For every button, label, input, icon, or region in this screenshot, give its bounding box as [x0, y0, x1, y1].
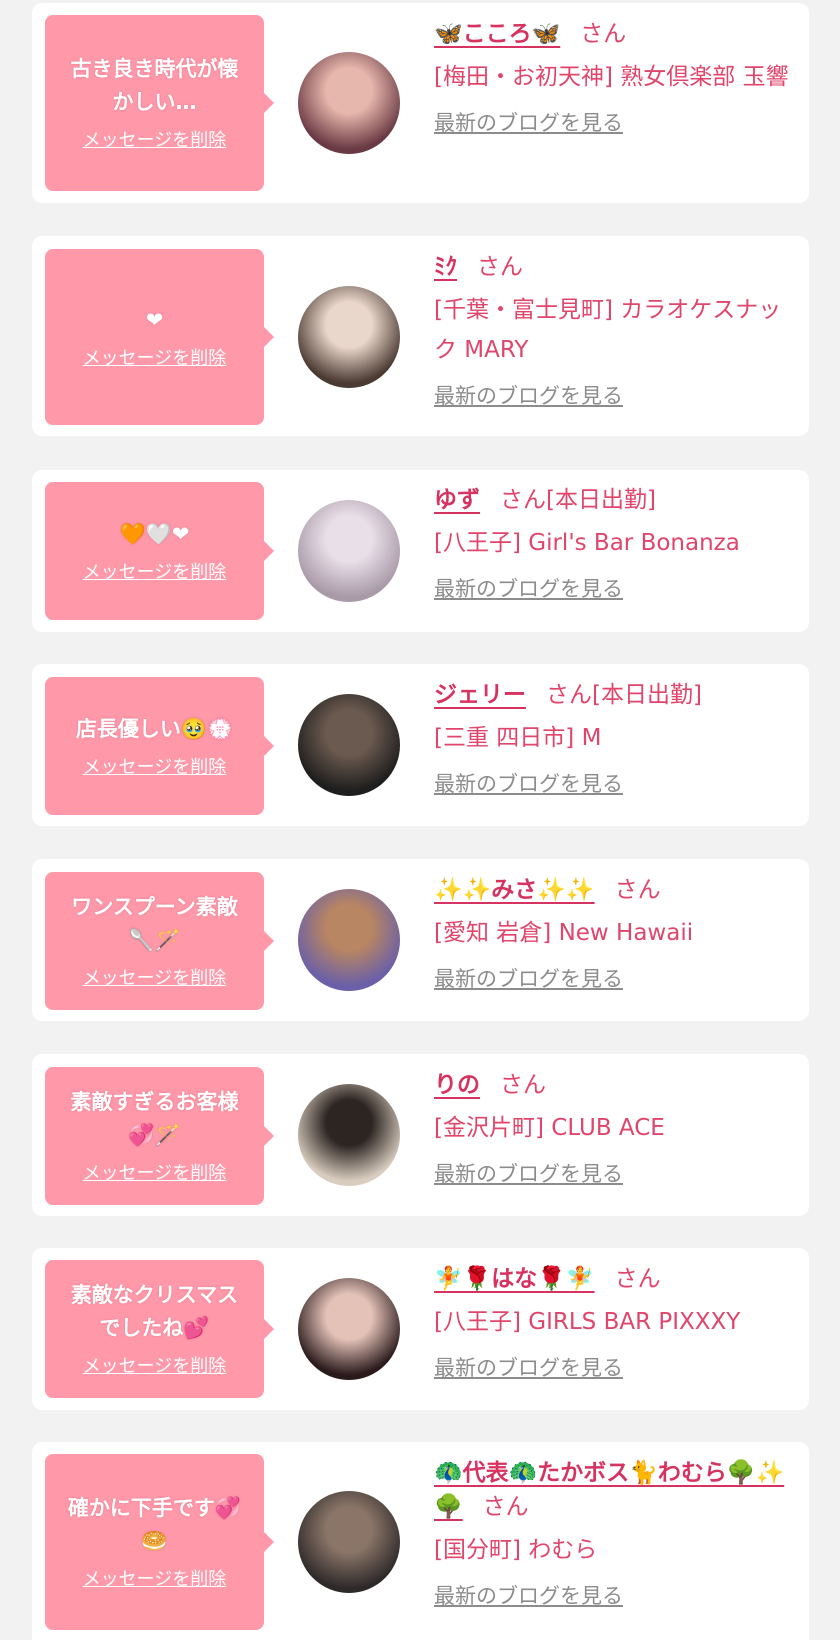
delete-message-link[interactable]: メッセージを削除: [83, 1568, 227, 1592]
delete-message-link[interactable]: メッセージを削除: [83, 347, 227, 371]
message-bubble: 古き良き時代が懐 かしい… メッセージを削除: [45, 15, 274, 191]
name-line: ゆず さん[本日出勤]: [434, 483, 794, 517]
list-item: 🧡🤍❤ メッセージを削除 ゆず さん[本日出勤] [八王子] Girl's Bar…: [32, 470, 809, 632]
latest-blog-link[interactable]: 最新のブログを見る: [434, 108, 623, 138]
avatar[interactable]: [298, 1278, 400, 1380]
list-item: 店長優しい🥹💮 メッセージを削除 ジェリー さん[本日出勤] [三重 四日市] M…: [32, 664, 809, 826]
shop-name: [愛知 岩倉] New Hawaii: [434, 920, 694, 946]
delete-message-link[interactable]: メッセージを削除: [83, 967, 227, 991]
list-item: ワンスプーン素敵 🥄🪄 メッセージを削除 ✨✨みさ✨✨ さん [愛知 岩倉] Ne…: [32, 859, 809, 1021]
list-item: 素敵なクリスマス でしたね💕 メッセージを削除 🧚🌹はな🌹🧚 さん [八王子] G…: [32, 1248, 809, 1410]
avatar[interactable]: [298, 694, 400, 796]
message-bubble: 店長優しい🥹💮 メッセージを削除: [45, 677, 274, 815]
honorific: さん: [500, 487, 546, 513]
name-line: ✨✨みさ✨✨ さん: [434, 873, 794, 907]
profile-name-link[interactable]: ✨✨みさ✨✨: [434, 877, 595, 903]
message-bubble: ❤ メッセージを削除: [45, 249, 274, 425]
latest-blog-link[interactable]: 最新のブログを見る: [434, 769, 623, 799]
profile-info: ﾐｸ さん [千葉・富士見町] カラオケスナック MARY 最新のブログを見る: [434, 250, 794, 411]
list-item: ❤ メッセージを削除 ﾐｸ さん [千葉・富士見町] カラオケスナック MARY …: [32, 236, 809, 436]
message-bubble: ワンスプーン素敵 🥄🪄 メッセージを削除: [45, 872, 274, 1010]
shop-name: [三重 四日市] M: [434, 725, 602, 751]
profile-info: ゆず さん[本日出勤] [八王子] Girl's Bar Bonanza 最新のブ…: [434, 483, 794, 604]
name-line: ﾐｸ さん: [434, 250, 794, 284]
latest-blog-link[interactable]: 最新のブログを見る: [434, 1353, 623, 1383]
delete-message-link[interactable]: メッセージを削除: [83, 1355, 227, 1379]
name-line: ジェリー さん[本日出勤]: [434, 678, 794, 712]
delete-message-link[interactable]: メッセージを削除: [83, 129, 227, 153]
honorific: さん: [614, 1266, 661, 1292]
avatar[interactable]: [298, 286, 400, 388]
profile-name-link[interactable]: 🦋こころ🦋: [434, 21, 560, 47]
message-bubble: 確かに下手です💞 🥯 メッセージを削除: [45, 1454, 274, 1630]
message-list: 古き良き時代が懐 かしい… メッセージを削除 🦋こころ🦋 さん [梅田・お初天神]…: [0, 0, 840, 1640]
message-text: ワンスプーン素敵 🥄🪄: [71, 895, 238, 952]
profile-name-link[interactable]: 🧚🌹はな🌹🧚: [434, 1266, 595, 1292]
message-bubble: 🧡🤍❤ メッセージを削除: [45, 482, 274, 620]
message-text: 🧡🤍❤: [119, 521, 190, 546]
delete-message-link[interactable]: メッセージを削除: [83, 756, 227, 780]
shop-name: [梅田・お初天神] 熟女倶楽部 玉響: [434, 64, 789, 90]
honorific: さん: [580, 21, 627, 47]
profile-info: ジェリー さん[本日出勤] [三重 四日市] M 最新のブログを見る: [434, 678, 794, 799]
name-line: 🦋こころ🦋 さん: [434, 17, 794, 51]
message-text: 素敵すぎるお客様 💞🪄: [70, 1090, 239, 1147]
profile-name-link[interactable]: りの: [434, 1072, 480, 1098]
message-bubble: 素敵なクリスマス でしたね💕 メッセージを削除: [45, 1260, 274, 1398]
list-item: 古き良き時代が懐 かしい… メッセージを削除 🦋こころ🦋 さん [梅田・お初天神]…: [32, 3, 809, 203]
latest-blog-link[interactable]: 最新のブログを見る: [434, 1581, 623, 1611]
latest-blog-link[interactable]: 最新のブログを見る: [434, 574, 623, 604]
avatar[interactable]: [298, 500, 400, 602]
profile-info: 🦚代表🦚たかボス🐈わむら🌳✨🌳 さん [国分町] わむら 最新のブログを見る: [434, 1456, 804, 1611]
latest-blog-link[interactable]: 最新のブログを見る: [434, 381, 623, 411]
honorific: さん: [482, 1494, 529, 1520]
honorific: さん: [500, 1072, 546, 1098]
list-item: 素敵すぎるお客様 💞🪄 メッセージを削除 りの さん [金沢片町] CLUB AC…: [32, 1054, 809, 1216]
status-badge: [本日出勤]: [546, 487, 656, 513]
profile-info: ✨✨みさ✨✨ さん [愛知 岩倉] New Hawaii 最新のブログを見る: [434, 873, 794, 994]
message-text: 確かに下手です💞 🥯: [67, 1496, 242, 1553]
profile-info: 🦋こころ🦋 さん [梅田・お初天神] 熟女倶楽部 玉響 最新のブログを見る: [434, 17, 794, 138]
name-line: 🧚🌹はな🌹🧚 さん: [434, 1262, 794, 1296]
profile-info: 🧚🌹はな🌹🧚 さん [八王子] GIRLS BAR PIXXXY 最新のブログを見…: [434, 1262, 794, 1383]
avatar[interactable]: [298, 52, 400, 154]
name-line: りの さん: [434, 1068, 794, 1102]
shop-name: [国分町] わむら: [434, 1537, 598, 1563]
honorific: さん: [614, 877, 661, 903]
shop-name: [千葉・富士見町] カラオケスナック MARY: [434, 297, 782, 363]
profile-name-link[interactable]: ゆず: [434, 487, 480, 513]
list-item: 確かに下手です💞 🥯 メッセージを削除 🦚代表🦚たかボス🐈わむら🌳✨🌳 さん [国…: [32, 1442, 809, 1640]
shop-name: [金沢片町] CLUB ACE: [434, 1115, 665, 1141]
shop-name: [八王子] GIRLS BAR PIXXXY: [434, 1309, 741, 1335]
latest-blog-link[interactable]: 最新のブログを見る: [434, 964, 623, 994]
delete-message-link[interactable]: メッセージを削除: [83, 561, 227, 585]
message-text: 古き良き時代が懐 かしい…: [70, 57, 239, 114]
honorific: さん: [546, 682, 592, 708]
avatar[interactable]: [298, 1491, 400, 1593]
shop-name: [八王子] Girl's Bar Bonanza: [434, 530, 740, 556]
message-bubble: 素敵すぎるお客様 💞🪄 メッセージを削除: [45, 1067, 274, 1205]
profile-info: りの さん [金沢片町] CLUB ACE 最新のブログを見る: [434, 1068, 794, 1189]
profile-name-link[interactable]: ジェリー: [434, 682, 526, 708]
profile-name-link[interactable]: ﾐｸ: [434, 254, 457, 280]
message-text: 店長優しい🥹💮: [75, 716, 234, 741]
message-text: ❤: [145, 307, 164, 332]
avatar[interactable]: [298, 889, 400, 991]
honorific: さん: [477, 254, 523, 280]
message-text: 素敵なクリスマス でしたね💕: [70, 1283, 239, 1340]
latest-blog-link[interactable]: 最新のブログを見る: [434, 1159, 623, 1189]
status-badge: [本日出勤]: [592, 682, 702, 708]
delete-message-link[interactable]: メッセージを削除: [83, 1162, 227, 1186]
name-line: 🦚代表🦚たかボス🐈わむら🌳✨🌳 さん: [434, 1456, 804, 1524]
avatar[interactable]: [298, 1084, 400, 1186]
